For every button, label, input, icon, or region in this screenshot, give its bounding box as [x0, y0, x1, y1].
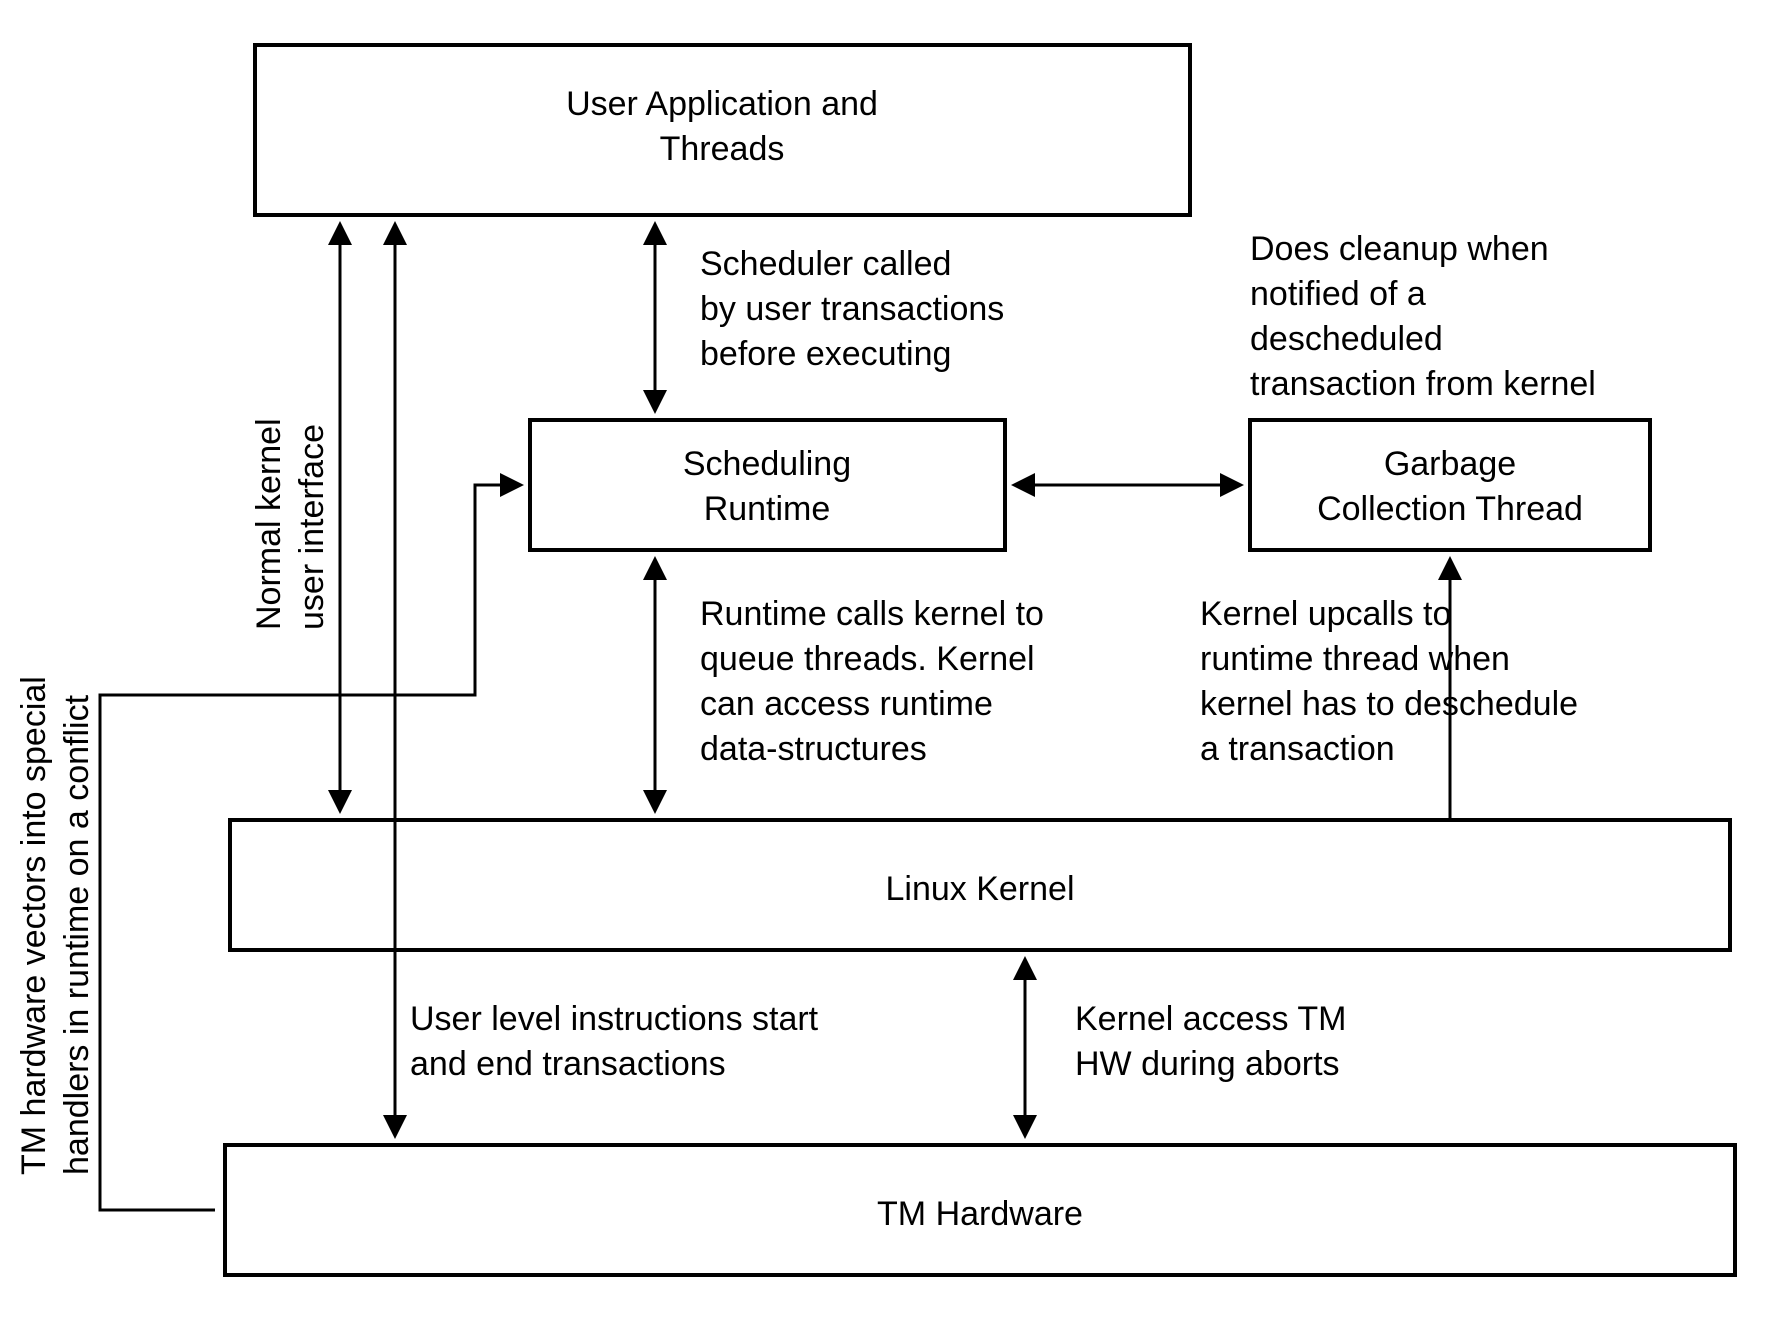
gc-thread-box [1250, 420, 1650, 550]
ann-userlvl-l1: User level instructions start [410, 1000, 819, 1038]
scheduling-runtime-label-l1: Scheduling [683, 445, 851, 483]
ann-vectors-l2: handlers in runtime on a conflict [58, 694, 96, 1175]
ann-scheduler-called-l2: by user transactions [700, 290, 1004, 328]
ann-cleanup-l3: descheduled [1250, 320, 1443, 358]
ann-upcall-l1: Kernel upcalls to [1200, 595, 1451, 633]
ann-normal-l2: user interface [293, 424, 331, 630]
scheduling-runtime-box [530, 420, 1005, 550]
user-app-label-l2: Threads [660, 130, 785, 168]
ann-cleanup-l1: Does cleanup when [1250, 230, 1549, 268]
ann-userlvl-l2: and end transactions [410, 1045, 726, 1083]
scheduling-runtime-label-l2: Runtime [704, 490, 831, 528]
user-app-label-l1: User Application and [566, 85, 878, 123]
gc-thread-label-l1: Garbage [1384, 445, 1516, 483]
gc-thread-label-l2: Collection Thread [1317, 490, 1583, 528]
diagram-canvas: User Application and Threads Scheduling … [0, 0, 1777, 1343]
linux-kernel-label: Linux Kernel [885, 870, 1074, 908]
ann-runtime-calls-l2: queue threads. Kernel [700, 640, 1035, 678]
tm-hardware-label: TM Hardware [877, 1195, 1083, 1233]
ann-scheduler-called-l3: before executing [700, 335, 951, 373]
ann-cleanup-l4: transaction from kernel [1250, 365, 1596, 403]
ann-upcall-l4: a transaction [1200, 730, 1395, 768]
ann-scheduler-called-l1: Scheduler called [700, 245, 951, 283]
ann-normal-l1: Normal kernel [250, 418, 288, 630]
ann-kaccess-l2: HW during aborts [1075, 1045, 1340, 1083]
ann-runtime-calls-l4: data-structures [700, 730, 927, 768]
ann-runtime-calls-l1: Runtime calls kernel to [700, 595, 1044, 633]
ann-upcall-l3: kernel has to deschedule [1200, 685, 1578, 723]
ann-upcall-l2: runtime thread when [1200, 640, 1510, 678]
ann-kaccess-l1: Kernel access TM [1075, 1000, 1346, 1038]
ann-vectors-l1: TM hardware vectors into special [15, 676, 53, 1175]
ann-cleanup-l2: notified of a [1250, 275, 1426, 313]
ann-runtime-calls-l3: can access runtime [700, 685, 993, 723]
